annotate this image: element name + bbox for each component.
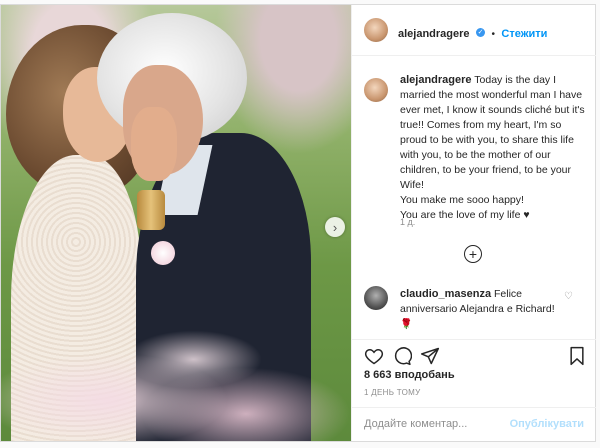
caption-text: Today is the day I married the most wond… [400,74,585,191]
caption-text: You are the love of my life ♥ [400,209,530,221]
caption-text: You make me sooo happy! [400,194,524,206]
post-sidebar: alejandragere ✓ • Стежити alejandragere … [351,5,596,441]
post-header: alejandragere ✓ • Стежити [352,5,596,56]
separator-dot: • [491,29,495,40]
plus-circle-icon: + [468,246,478,262]
likes-count[interactable]: 8 663 вподобань [364,369,455,381]
post-date[interactable]: 1 ДЕНЬ ТОМУ [364,388,420,397]
comment: claudio_masenza Felice anniversario Alej… [400,287,570,317]
photo-detail [151,241,175,265]
next-photo-button[interactable]: › [325,217,345,237]
verified-badge-icon: ✓ [476,28,485,38]
photo-detail [131,107,177,181]
comment-input[interactable] [364,418,504,430]
caption-avatar[interactable] [364,78,388,102]
post-card: › alejandragere ✓ • Стежити alejandrager… [0,4,596,442]
photo-detail [1,305,351,441]
bookmark-icon[interactable] [568,346,586,371]
photo-detail [137,190,165,230]
comment-username[interactable]: claudio_masenza [400,288,491,300]
author-username[interactable]: alejandragere [398,28,470,40]
publish-button[interactable]: Опублікувати [510,418,584,430]
chevron-right-icon: › [332,219,338,235]
commenter-avatar[interactable] [364,286,388,310]
like-comment-heart-icon[interactable]: ♡ [564,291,573,302]
share-icon[interactable] [420,346,440,371]
heart-icon[interactable] [364,346,384,371]
author-row: alejandragere ✓ • Стежити [398,24,547,42]
comment-icon[interactable] [392,346,413,371]
follow-button[interactable]: Стежити [501,28,547,40]
author-avatar[interactable] [364,18,388,42]
add-comment-bar: Опублікувати [352,407,596,442]
load-more-comments-button[interactable]: + [464,245,482,263]
caption-time[interactable]: 1 д. [400,217,415,227]
comment-emoji: 🌹 [400,319,413,330]
post-caption: alejandragere Today is the day I married… [400,73,585,223]
action-bar [352,339,596,370]
caption-username[interactable]: alejandragere [400,74,472,86]
post-photo[interactable]: › [1,5,351,441]
